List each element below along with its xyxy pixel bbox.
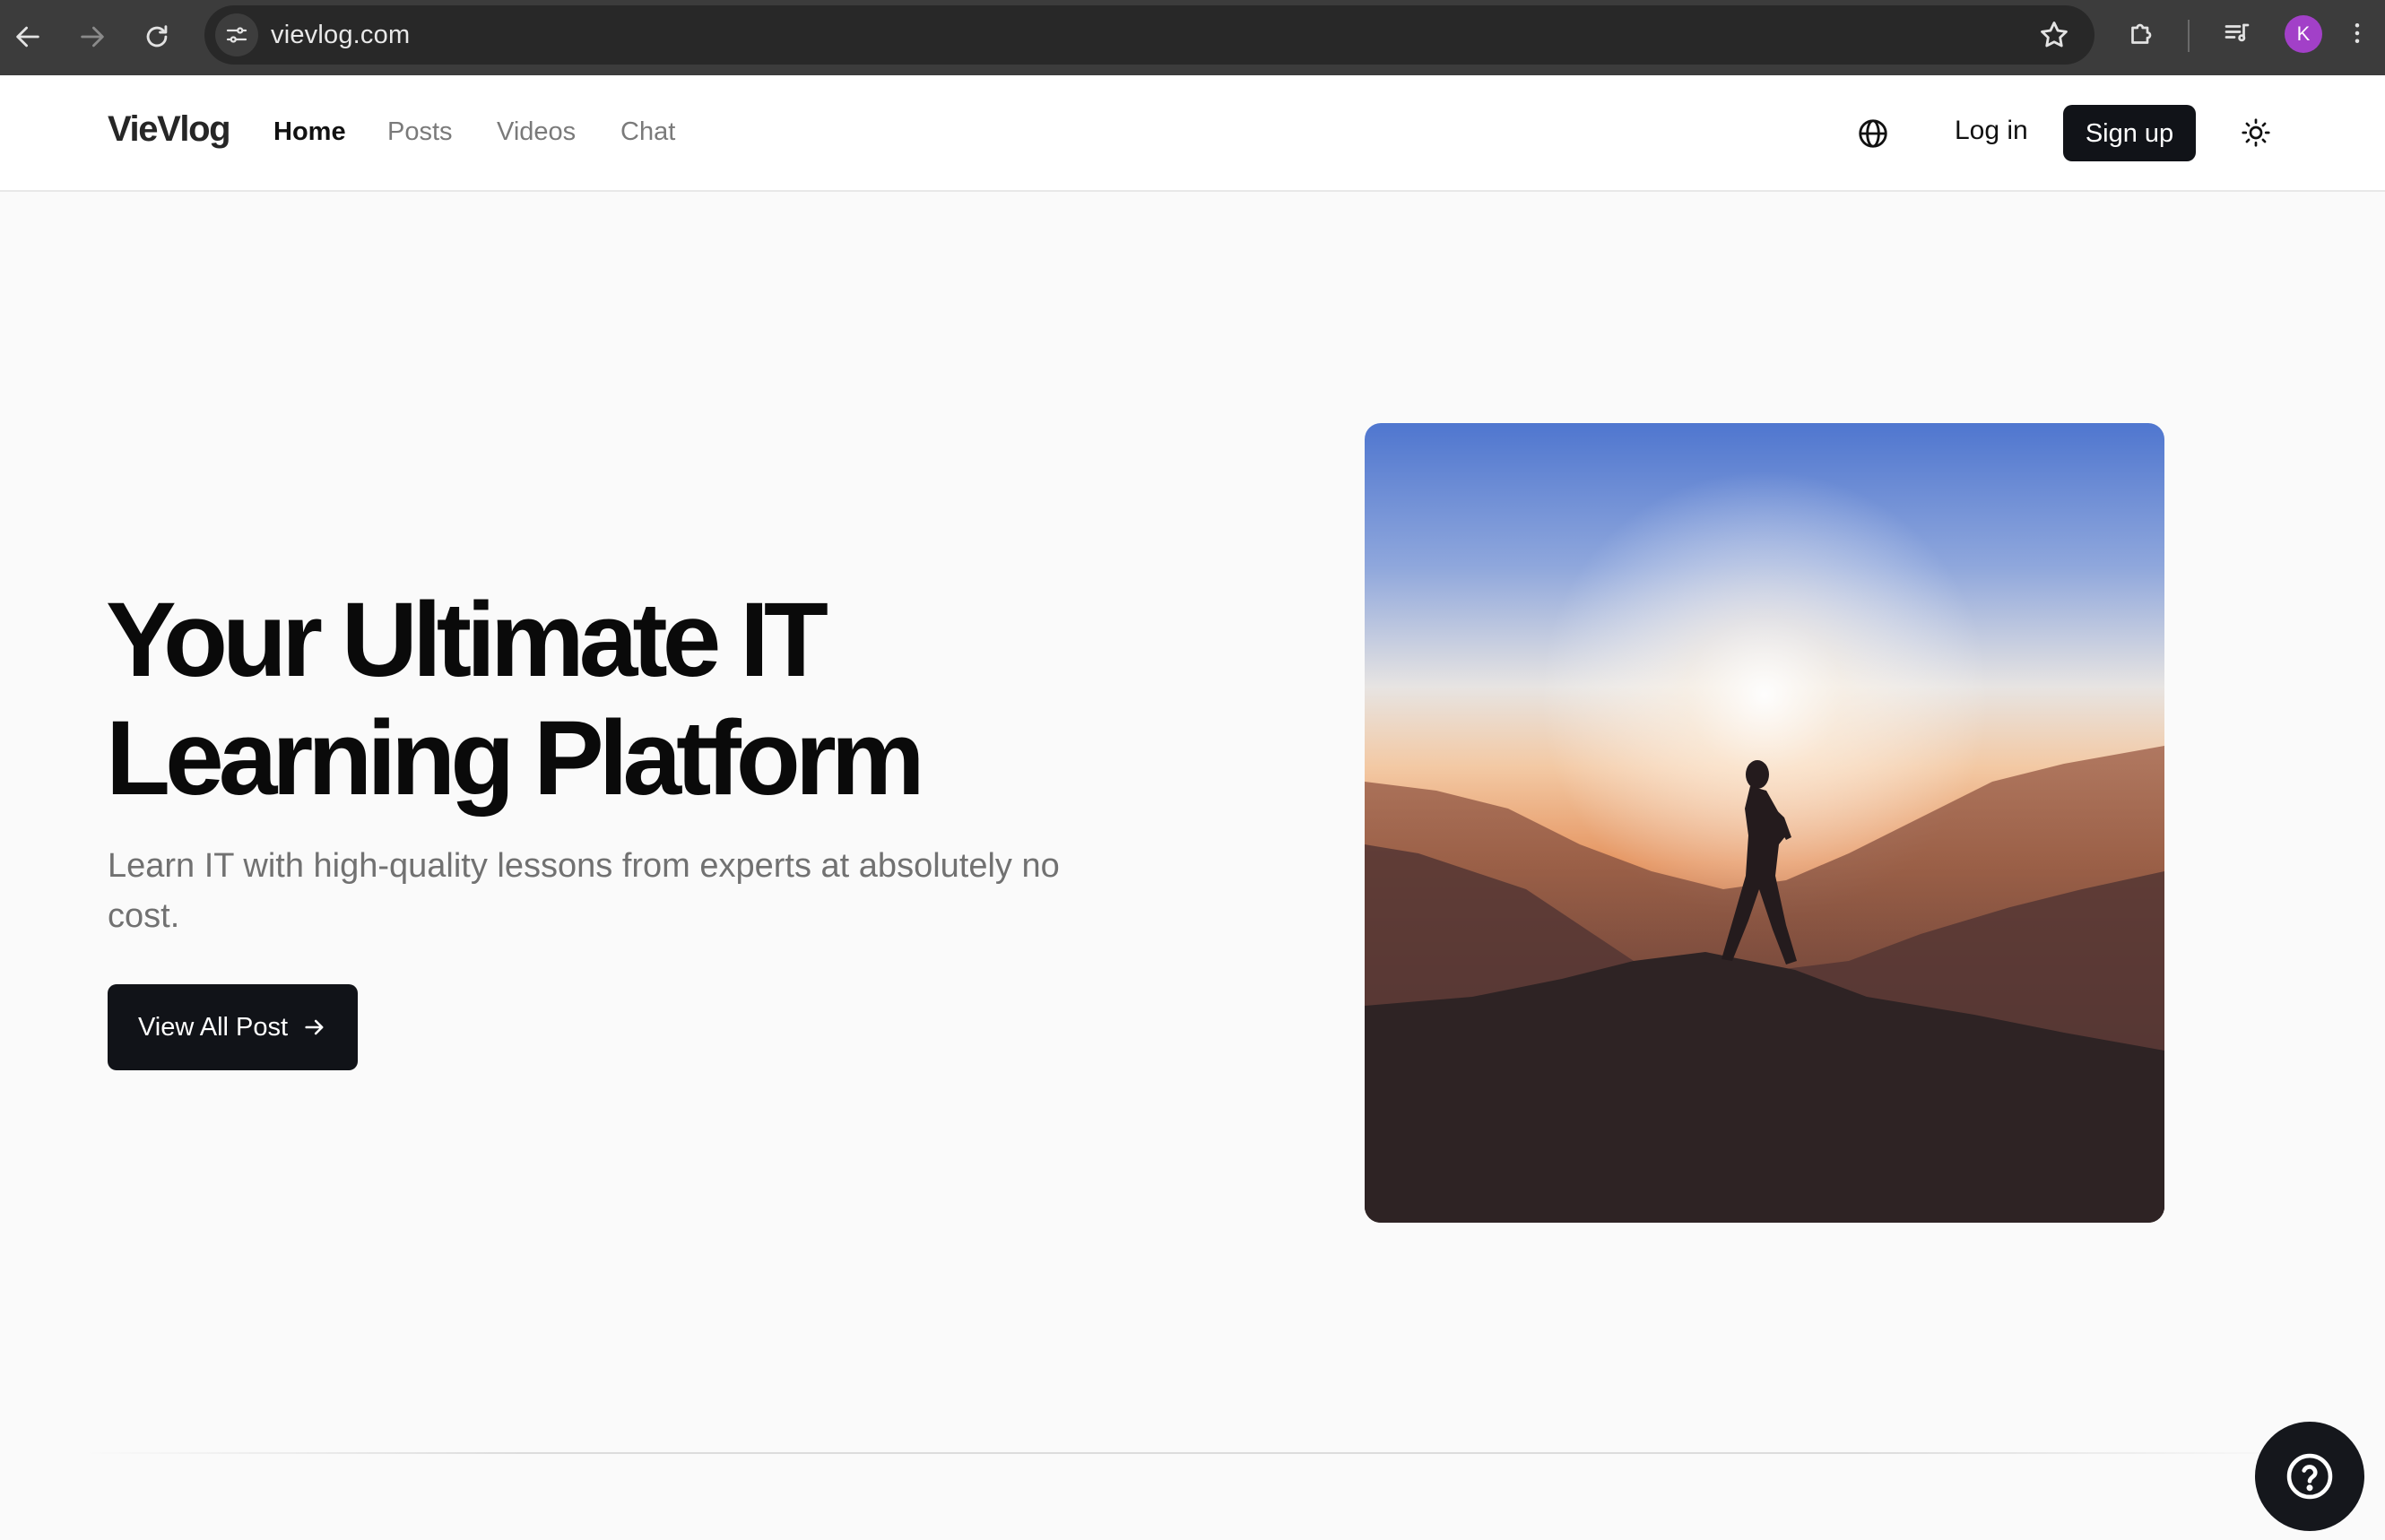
more-vertical-icon[interactable] xyxy=(2344,13,2371,54)
hero-title-line-1: Your Ultimate IT xyxy=(106,581,828,699)
url-text[interactable]: vievlog.com xyxy=(271,5,410,65)
site-logo[interactable]: VieVlog xyxy=(108,109,231,150)
toolbar-divider xyxy=(2188,20,2190,52)
signup-button[interactable]: Sign up xyxy=(2063,105,2196,161)
globe-icon[interactable] xyxy=(1856,117,1890,151)
site-settings-icon[interactable] xyxy=(215,13,258,56)
question-circle-icon xyxy=(2286,1453,2333,1500)
nav-chat[interactable]: Chat xyxy=(620,117,675,147)
arrow-right-icon xyxy=(305,1019,324,1035)
help-button[interactable] xyxy=(2255,1422,2364,1531)
view-all-post-button[interactable]: View All Post xyxy=(108,984,358,1070)
back-arrow-icon[interactable] xyxy=(7,16,48,57)
media-controls-icon[interactable] xyxy=(2216,13,2258,54)
hero-title: Your Ultimate IT Learning Platform xyxy=(106,581,925,818)
hero-subtitle: Learn IT with high-quality lessons from … xyxy=(108,847,1060,935)
section-divider xyxy=(81,1452,2304,1454)
hero-image xyxy=(1365,423,2164,1223)
site-header: VieVlog Home Posts Videos Chat Log in Si… xyxy=(0,75,2385,192)
profile-avatar[interactable]: K xyxy=(2285,15,2322,53)
nav-posts[interactable]: Posts xyxy=(387,117,453,147)
nav-videos[interactable]: Videos xyxy=(497,117,576,147)
sun-icon[interactable] xyxy=(2240,117,2272,149)
hero-title-line-2: Learning Platform xyxy=(106,699,925,818)
forward-arrow-icon[interactable] xyxy=(72,16,113,57)
view-all-post-label: View All Post xyxy=(137,1012,289,1042)
nav-home[interactable]: Home xyxy=(273,117,346,147)
bookmark-star-icon[interactable] xyxy=(2037,18,2071,52)
reload-icon[interactable] xyxy=(136,16,178,57)
extensions-puzzle-icon[interactable] xyxy=(2121,13,2163,54)
login-link[interactable]: Log in xyxy=(1955,116,2028,146)
browser-toolbar: vievlog.com K xyxy=(0,0,2385,75)
address-bar[interactable]: vievlog.com xyxy=(204,5,2094,65)
